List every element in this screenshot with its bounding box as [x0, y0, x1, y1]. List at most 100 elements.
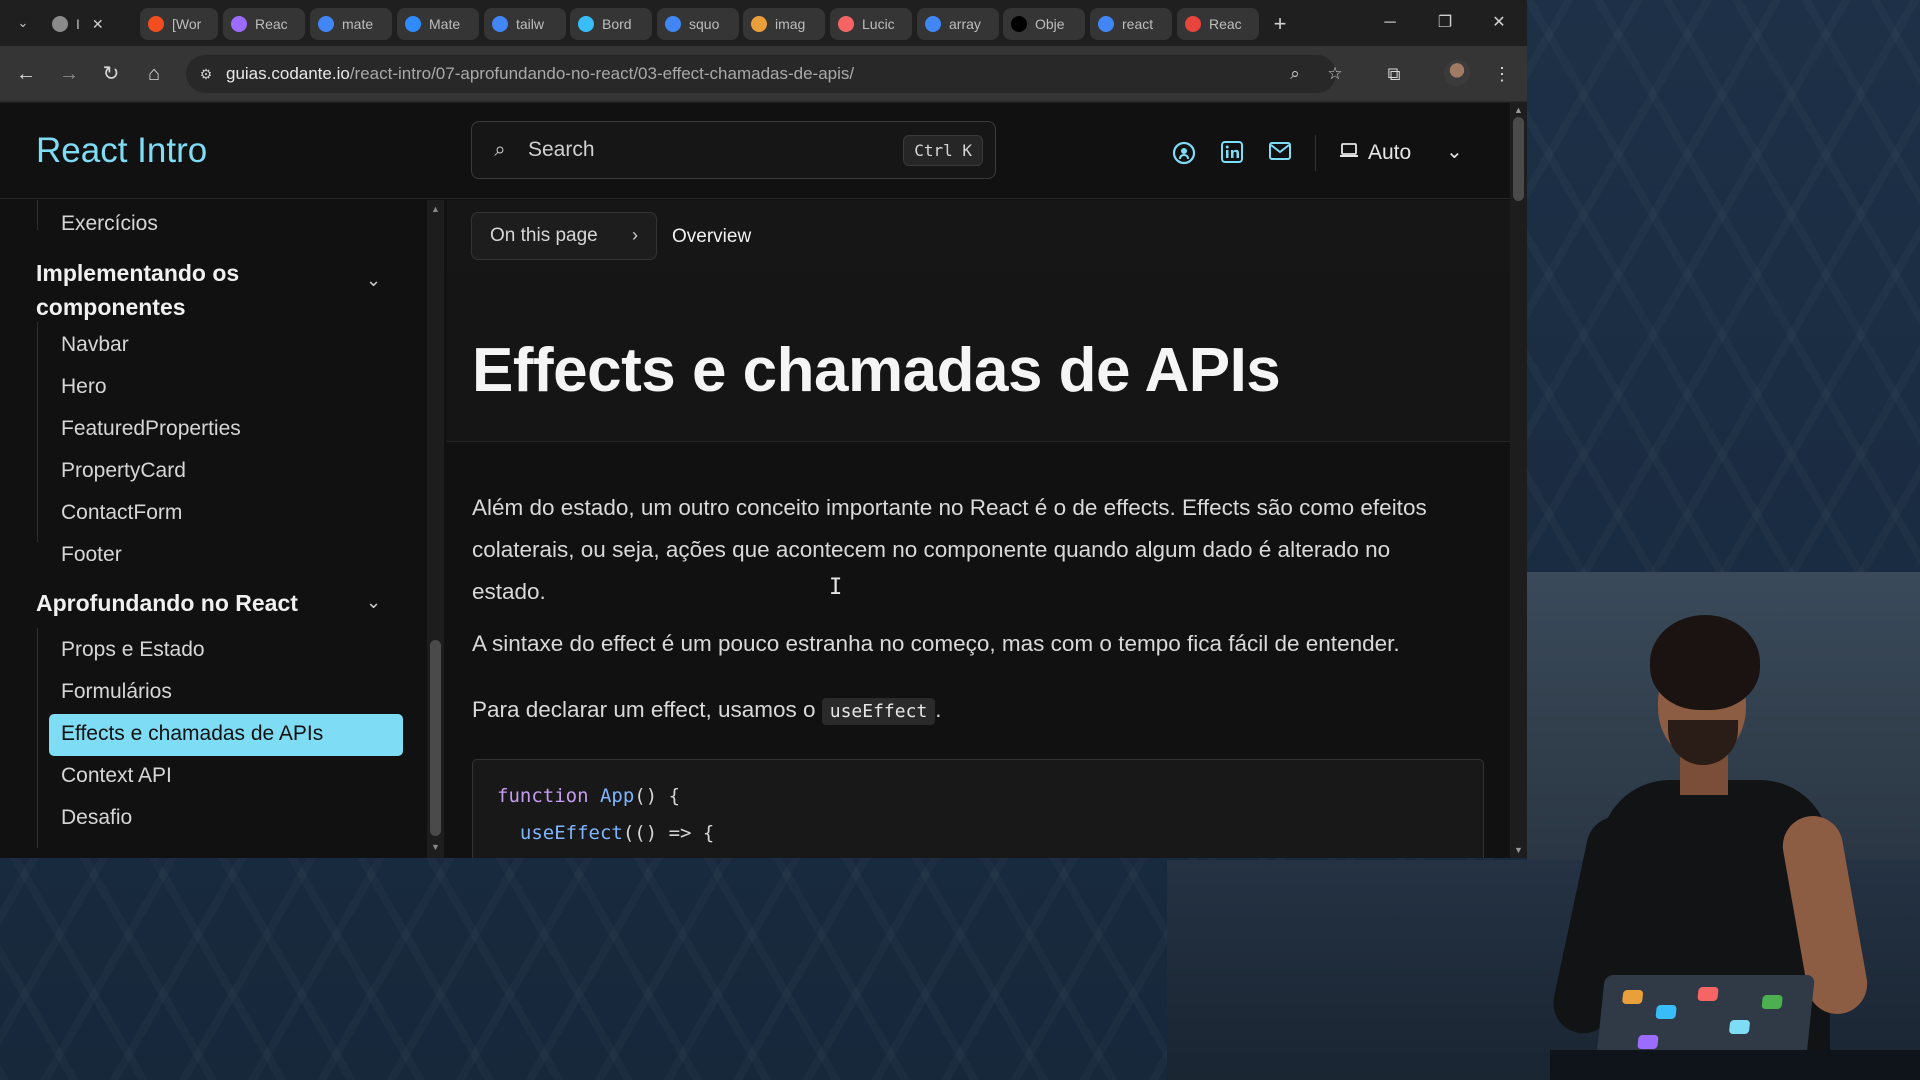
tab-label: Bord — [602, 16, 632, 32]
sidebar-item-hero[interactable]: Hero — [61, 375, 107, 399]
sidebar-item-exercicios[interactable]: Exercícios — [61, 212, 158, 236]
scroll-up-arrow[interactable]: ▲ — [430, 204, 441, 214]
mui-icon — [405, 16, 421, 32]
profile-avatar[interactable] — [1444, 60, 1470, 86]
browser-tab[interactable]: I ✕ — [44, 8, 114, 40]
search-icon: ⌕ — [494, 138, 506, 161]
tab-search-button[interactable]: ⌄ — [10, 12, 36, 34]
code-block[interactable]: function App() { useEffect(() => { — [472, 759, 1484, 858]
browser-tab[interactable]: Reac — [1177, 8, 1259, 40]
page-scrollbar[interactable]: ▲ ▼ — [1510, 103, 1527, 858]
sidebar-group-aprofundando[interactable]: Aprofundando no React — [36, 586, 298, 620]
scroll-down-arrow[interactable]: ▼ — [1513, 845, 1524, 855]
browser-tab[interactable]: tailw — [484, 8, 566, 40]
browser-tab[interactable]: mate — [310, 8, 392, 40]
tab-label: Obje — [1035, 16, 1065, 32]
sidebar-item-propertycard[interactable]: PropertyCard — [61, 459, 186, 483]
minimize-button[interactable]: ─ — [1368, 8, 1412, 38]
sidebar-item-effects-label[interactable]: Effects e chamadas de APIs — [61, 722, 323, 746]
sidebar-item-footer[interactable]: Footer — [61, 543, 122, 567]
sidebar-item-context-api[interactable]: Context API — [61, 764, 172, 788]
inline-code: useEffect — [821, 698, 936, 725]
scroll-up-arrow[interactable]: ▲ — [1513, 105, 1524, 115]
web-page: React Intro ⌕ Search Ctrl K Auto ⌄ Exerc… — [0, 103, 1527, 858]
tab-strip: ⌄ I ✕ [Wor Reac mate Mate tailw Bord squo imag Luc… — [0, 0, 1527, 46]
sidebar-item-props-e-estado[interactable]: Props e Estado — [61, 638, 205, 662]
nav-guide-line — [37, 200, 38, 230]
tab-label: I — [76, 16, 80, 32]
search-placeholder: Search — [528, 138, 595, 161]
github-icon[interactable] — [1171, 141, 1197, 167]
chevron-down-icon[interactable]: ⌄ — [366, 270, 381, 291]
search-box[interactable]: ⌕ Search Ctrl K — [471, 121, 996, 179]
code-line: function App() { — [497, 785, 681, 807]
browser-tab[interactable]: Reac — [223, 8, 305, 40]
close-tab-icon[interactable]: ✕ — [92, 16, 104, 33]
browser-tab[interactable]: [Wor — [140, 8, 218, 40]
reload-button[interactable]: ↻ — [97, 60, 125, 88]
code-line: useEffect(() => { — [519, 822, 715, 844]
chevron-down-icon[interactable]: ⌄ — [1446, 139, 1463, 164]
close-window-button[interactable]: ✕ — [1477, 8, 1521, 38]
sidebar-item-desafio[interactable]: Desafio — [61, 806, 132, 830]
sidebar-scrollbar[interactable]: ▲ ▼ — [427, 200, 444, 858]
browser-tab[interactable]: array — [917, 8, 999, 40]
search-shortcut: Ctrl K — [903, 134, 983, 166]
google-icon — [665, 16, 681, 32]
forward-button[interactable]: → — [55, 60, 83, 88]
chevron-down-icon[interactable]: ⌄ — [366, 592, 381, 613]
browser-tab[interactable]: Mate — [397, 8, 479, 40]
paragraph-line: colaterais, ou seja, ações que acontecem… — [472, 537, 1391, 562]
zoom-icon[interactable]: ⌕ — [1280, 55, 1310, 93]
site-info-icon[interactable]: ⚙ — [186, 66, 226, 83]
browser-tab[interactable]: Obje — [1003, 8, 1085, 40]
google-icon — [492, 16, 508, 32]
sidebar-item-formularios[interactable]: Formulários — [61, 680, 172, 704]
paragraph-text: . — [935, 697, 942, 722]
restore-button[interactable]: ❐ — [1423, 8, 1467, 38]
nav-guide-line — [37, 628, 38, 848]
sidebar-item-navbar[interactable]: Navbar — [61, 333, 129, 357]
tab-label: Reac — [255, 16, 288, 32]
chevron-right-icon: › — [632, 225, 638, 245]
browser-tab[interactable]: Bord — [570, 8, 652, 40]
paragraph-syntax: A sintaxe do effect é um pouco estranha … — [472, 631, 1400, 656]
group-title-line2: componentes — [36, 294, 186, 320]
browser-tab[interactable]: react — [1090, 8, 1172, 40]
mail-icon[interactable] — [1267, 141, 1293, 167]
address-bar[interactable]: ⚙ guias.codante.io/react-intro/07-aprofu… — [186, 55, 1343, 93]
page-scroll-thumb[interactable] — [1513, 117, 1524, 201]
browser-tab[interactable]: Lucic — [830, 8, 912, 40]
toc-current-section[interactable]: Overview — [672, 226, 751, 248]
sidebar-group-implementando[interactable]: Implementando os componentes — [36, 256, 239, 324]
bookmark-star-icon[interactable]: ☆ — [1320, 55, 1350, 93]
scroll-down-arrow[interactable]: ▼ — [430, 842, 441, 852]
tab-label: react — [1122, 16, 1154, 32]
tab-label: tailw — [516, 16, 545, 32]
title-band: Effects e chamadas de APIs — [447, 272, 1510, 442]
back-button[interactable]: ← — [12, 60, 40, 88]
lucide-icon — [838, 16, 854, 32]
new-tab-button[interactable]: + — [1266, 10, 1294, 38]
url-path: /react-intro/07-aprofundando-no-react/03… — [349, 64, 855, 83]
figma-icon — [148, 16, 164, 32]
paragraph-line: estado. — [472, 579, 546, 604]
tab-label: Mate — [429, 16, 461, 32]
linkedin-icon[interactable] — [1219, 141, 1245, 167]
home-button[interactable]: ⌂ — [140, 60, 168, 88]
theme-selector[interactable]: Auto — [1340, 141, 1411, 165]
browser-tab[interactable]: squo — [657, 8, 739, 40]
browser-tab[interactable]: imag — [743, 8, 825, 40]
site-brand[interactable]: React Intro — [36, 131, 207, 171]
monitor-icon — [1340, 141, 1358, 165]
sidebar-nav: Exercícios Implementando os componentes … — [0, 200, 430, 858]
group-title-line1: Implementando os — [36, 260, 240, 286]
browser-menu-icon[interactable]: ⋮ — [1488, 60, 1516, 88]
browser-window: ⌄ I ✕ [Wor Reac mate Mate tailw Bord squo imag Luc… — [0, 0, 1527, 858]
sidebar-item-contactform[interactable]: ContactForm — [61, 501, 182, 525]
desk — [1550, 1050, 1920, 1080]
extensions-icon[interactable]: ⧉ — [1380, 60, 1408, 88]
on-this-page-button[interactable]: On this page › — [471, 212, 657, 260]
sidebar-scroll-thumb[interactable] — [430, 640, 441, 836]
sidebar-item-featuredproperties[interactable]: FeaturedProperties — [61, 417, 241, 441]
